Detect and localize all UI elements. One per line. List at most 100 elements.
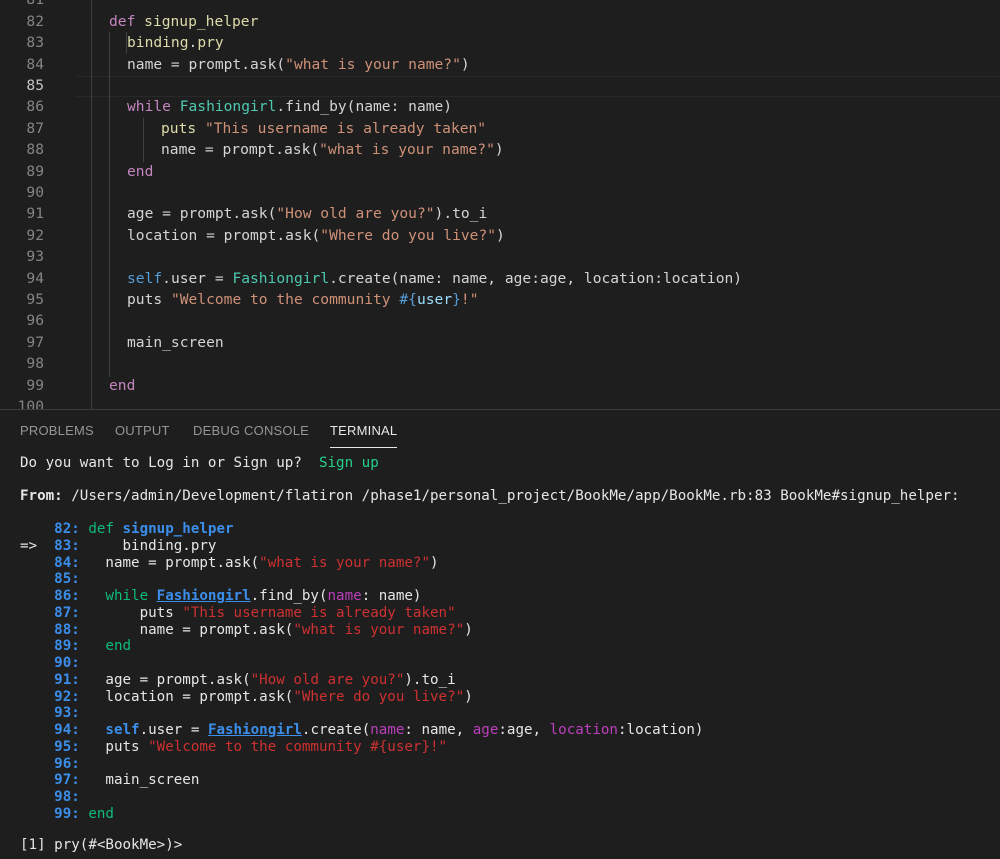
code-token: :location) bbox=[617, 722, 704, 738]
code-token: name = prompt.ask( bbox=[139, 621, 294, 638]
editor-line[interactable]: 83 binding.pry bbox=[0, 32, 1000, 53]
code-token: .create( bbox=[301, 722, 371, 738]
editor-line[interactable]: 85 bbox=[0, 75, 1000, 96]
code-token: location bbox=[549, 722, 618, 738]
tab-debug-console[interactable]: DEBUG CONSOLE bbox=[193, 423, 309, 438]
code-token: .find_by( bbox=[250, 588, 328, 604]
editor-line[interactable]: 99 end bbox=[0, 375, 1000, 396]
pry-source-line: 86: while Fashiongirl.find_by(name: name… bbox=[20, 588, 421, 605]
editor-line[interactable]: 97 main_screen bbox=[0, 332, 1000, 353]
line-code: name = prompt.ask("what is your name?") bbox=[161, 139, 504, 160]
editor-line[interactable]: 92 location = prompt.ask("Where do you li… bbox=[0, 225, 1000, 246]
editor-line[interactable]: 93 bbox=[0, 246, 1000, 267]
pry-line-number: 95: bbox=[45, 738, 80, 755]
editor-line[interactable]: 96 bbox=[0, 310, 1000, 331]
pry-line-number: 93: bbox=[45, 705, 80, 722]
pry-source-line: 84: name = prompt.ask("what is your name… bbox=[20, 555, 438, 572]
editor-line[interactable]: 94 self.user = Fashiongirl.create(name: n… bbox=[0, 268, 1000, 289]
code-token: "Where do you live?" bbox=[293, 688, 465, 705]
code-token: name = prompt.ask( bbox=[161, 141, 320, 159]
code-token: : name, bbox=[404, 722, 473, 738]
editor-line[interactable]: 89 end bbox=[0, 161, 1000, 182]
code-token: Fashiongirl bbox=[179, 98, 277, 116]
code-token: signup_helper bbox=[122, 521, 234, 537]
line-number: 98 bbox=[26, 355, 44, 373]
pry-from-line: From: /Users/admin/Development/flatiron … bbox=[20, 488, 960, 505]
from-path: /Users/admin/Development/flatiron /phase… bbox=[71, 488, 960, 504]
code-token: . bbox=[188, 34, 198, 52]
editor-line[interactable]: 81 bbox=[0, 0, 1000, 11]
code-token: age = prompt.ask( bbox=[127, 205, 277, 223]
current-line-marker bbox=[20, 588, 46, 604]
editor-line[interactable]: 86 while Fashiongirl.find_by(name: name) bbox=[0, 96, 1000, 117]
code-token: ).to_i bbox=[404, 671, 456, 688]
pry-source-line: 92: location = prompt.ask("Where do you … bbox=[20, 689, 473, 706]
code-token: "what is your name?" bbox=[293, 621, 465, 638]
code-token: signup_helper bbox=[144, 12, 259, 30]
code-token: !" bbox=[460, 290, 479, 308]
current-line-marker bbox=[20, 555, 46, 571]
current-line-marker bbox=[20, 789, 46, 805]
pry-line-number: 83: bbox=[45, 537, 80, 554]
tab-terminal[interactable]: TERMINAL bbox=[330, 423, 398, 448]
tab-output[interactable]: OUTPUT bbox=[115, 423, 170, 438]
code-token: puts bbox=[139, 604, 183, 621]
pry-line-number: 82: bbox=[45, 521, 80, 537]
code-token: "Where do you live?" bbox=[320, 226, 497, 244]
code-token: binding.pry bbox=[122, 537, 217, 554]
code-token: end bbox=[105, 638, 132, 655]
line-number: 96 bbox=[26, 312, 44, 330]
code-token: def bbox=[88, 521, 123, 537]
current-line-marker bbox=[20, 705, 46, 721]
editor-line[interactable]: 90 bbox=[0, 182, 1000, 203]
line-number: 93 bbox=[26, 248, 44, 266]
line-number: 97 bbox=[26, 333, 44, 351]
line-code: age = prompt.ask("How old are you?").to_… bbox=[127, 203, 487, 224]
pry-line-number: 87: bbox=[45, 604, 80, 621]
terminal-prompt-line: Do you want to Log in or Sign up? Sign u… bbox=[20, 455, 379, 472]
code-token: location = prompt.ask( bbox=[127, 226, 321, 244]
code-token: .find_by(name: name) bbox=[276, 98, 453, 116]
pry-source-line: => 83: binding.pry bbox=[20, 538, 216, 555]
pry-input-prompt[interactable]: [1] pry(#<BookMe>)> bbox=[20, 837, 182, 854]
pry-source-line: 89: end bbox=[20, 638, 131, 655]
current-line-marker bbox=[20, 739, 46, 755]
code-token: puts bbox=[161, 119, 205, 137]
code-token: :age, bbox=[498, 722, 550, 738]
editor-line[interactable]: 91 age = prompt.ask("How old are you?").t… bbox=[0, 203, 1000, 224]
editor-line[interactable]: 98 bbox=[0, 353, 1000, 374]
pry-line-number: 85: bbox=[45, 571, 80, 588]
pry-source-line: 94: self.user = Fashiongirl.create(name:… bbox=[20, 722, 703, 739]
line-number: 88 bbox=[26, 141, 44, 159]
editor-line[interactable]: 82 def signup_helper bbox=[0, 11, 1000, 32]
tab-problems[interactable]: PROBLEMS bbox=[20, 423, 94, 438]
editor-line[interactable]: 95 puts "Welcome to the community #{user}… bbox=[0, 289, 1000, 310]
editor-line[interactable]: 87 puts "This username is already taken" bbox=[0, 118, 1000, 139]
code-token: puts bbox=[127, 290, 171, 308]
line-number: 84 bbox=[26, 55, 44, 73]
editor-line[interactable]: 88 name = prompt.ask("what is your name?"… bbox=[0, 139, 1000, 160]
current-line-marker: => bbox=[20, 537, 46, 554]
line-code: end bbox=[127, 161, 153, 182]
line-number: 81 bbox=[0, 0, 44, 11]
code-token: .user = bbox=[162, 269, 233, 287]
code-token: ) bbox=[494, 141, 504, 159]
line-code: main_screen bbox=[127, 332, 224, 353]
pry-source-line: 93: bbox=[20, 705, 88, 722]
pry-source-line: 88: name = prompt.ask("what is your name… bbox=[20, 622, 473, 639]
from-label: From: bbox=[20, 488, 63, 504]
line-number: 89 bbox=[26, 162, 44, 180]
line-number: 83 bbox=[26, 34, 44, 52]
code-token: ) bbox=[460, 55, 470, 73]
editor-line[interactable]: 84 name = prompt.ask("what is your name?"… bbox=[0, 54, 1000, 75]
code-editor[interactable]: 8182 def signup_helper 83 binding.pry 84 name… bbox=[0, 0, 1000, 409]
current-line-marker bbox=[20, 772, 46, 788]
code-token: "This username is already taken" bbox=[182, 604, 456, 621]
code-token: while bbox=[105, 588, 157, 604]
code-token: } bbox=[452, 290, 461, 308]
editor-line[interactable]: 100 bbox=[0, 396, 1000, 409]
pry-line-number: 88: bbox=[45, 621, 80, 638]
code-token: main_screen bbox=[127, 333, 224, 351]
pry-source-line: 82: def signup_helper bbox=[20, 521, 234, 538]
line-number: 99 bbox=[26, 376, 44, 394]
